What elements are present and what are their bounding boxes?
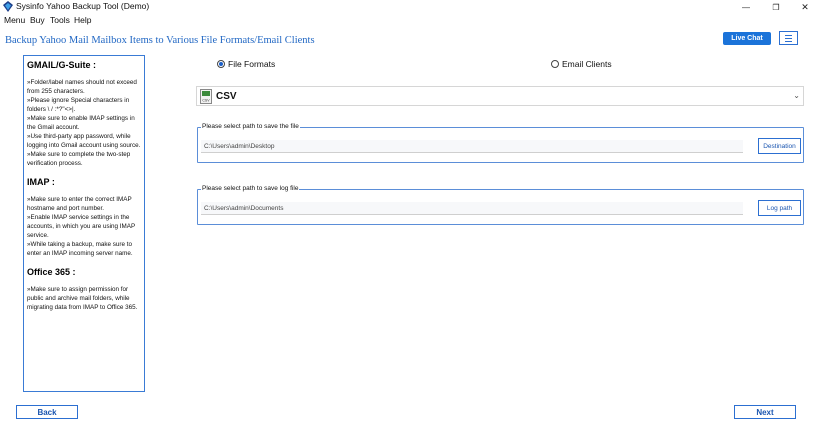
csv-file-icon: CSV <box>200 89 212 104</box>
window-title: Sysinfo Yahoo Backup Tool (Demo) <box>16 1 150 11</box>
menu-item-menu[interactable]: Menu <box>4 15 25 25</box>
radio-unselected-icon <box>551 60 559 68</box>
info-panel: GMAIL/G-Suite : »Folder/label names shou… <box>23 55 145 392</box>
info-text-office365: »Make sure to assign permission for publ… <box>27 286 138 311</box>
info-heading-imap: IMAP : <box>27 177 55 187</box>
save-path-legend: Please select path to save the file <box>201 123 300 130</box>
live-chat-button[interactable]: Live Chat <box>723 32 771 45</box>
info-heading-office365: Office 365 : <box>27 267 76 277</box>
close-icon: ✕ <box>801 1 809 12</box>
email-clients-radio[interactable]: Email Clients <box>551 59 612 69</box>
chevron-down-icon: ⌄ <box>793 91 800 100</box>
destination-button[interactable]: Destination <box>758 138 801 154</box>
csv-icon-caption: CSV <box>202 99 210 103</box>
back-button[interactable]: Back <box>16 405 78 419</box>
save-path-group: Please select path to save the file C:\U… <box>197 123 804 163</box>
log-path-field[interactable]: C:\Users\admin\Documents <box>201 202 743 215</box>
maximize-button[interactable]: ❐ <box>761 0 791 14</box>
radio-selected-icon <box>217 60 225 68</box>
hamburger-icon <box>785 34 792 36</box>
format-dropdown[interactable]: CSV CSV ⌄ <box>196 86 804 106</box>
hamburger-menu-button[interactable] <box>779 31 798 45</box>
info-text-imap: »Make sure to enter the correct IMAP hos… <box>27 196 136 257</box>
info-text-gmail: »Folder/label names should not exceed fr… <box>27 79 141 167</box>
maximize-icon: ❐ <box>772 2 780 12</box>
file-formats-label: File Formats <box>228 59 276 69</box>
log-path-button[interactable]: Log path <box>758 200 801 216</box>
menu-item-help[interactable]: Help <box>74 15 91 25</box>
log-path-group: Please select path to save log file C:\U… <box>197 185 804 225</box>
close-button[interactable]: ✕ <box>790 0 820 14</box>
minimize-button[interactable]: — <box>731 0 761 14</box>
menu-bar: Menu Buy Tools Help <box>0 14 820 26</box>
info-heading-gmail: GMAIL/G-Suite : <box>27 60 96 70</box>
app-logo-icon <box>3 1 13 12</box>
minimize-icon: — <box>742 2 750 12</box>
menu-item-tools[interactable]: Tools <box>50 15 70 25</box>
next-button[interactable]: Next <box>734 405 796 419</box>
page-title: Backup Yahoo Mail Mailbox Items to Vario… <box>5 35 315 46</box>
format-selected-value: CSV <box>216 91 237 102</box>
save-path-field[interactable]: C:\Users\admin\Desktop <box>201 140 743 153</box>
title-bar: Sysinfo Yahoo Backup Tool (Demo) — ❐ ✕ <box>0 0 820 14</box>
file-formats-radio[interactable]: File Formats <box>217 59 275 69</box>
menu-item-buy[interactable]: Buy <box>30 15 45 25</box>
email-clients-label: Email Clients <box>562 59 612 69</box>
log-path-legend: Please select path to save log file <box>201 185 300 192</box>
